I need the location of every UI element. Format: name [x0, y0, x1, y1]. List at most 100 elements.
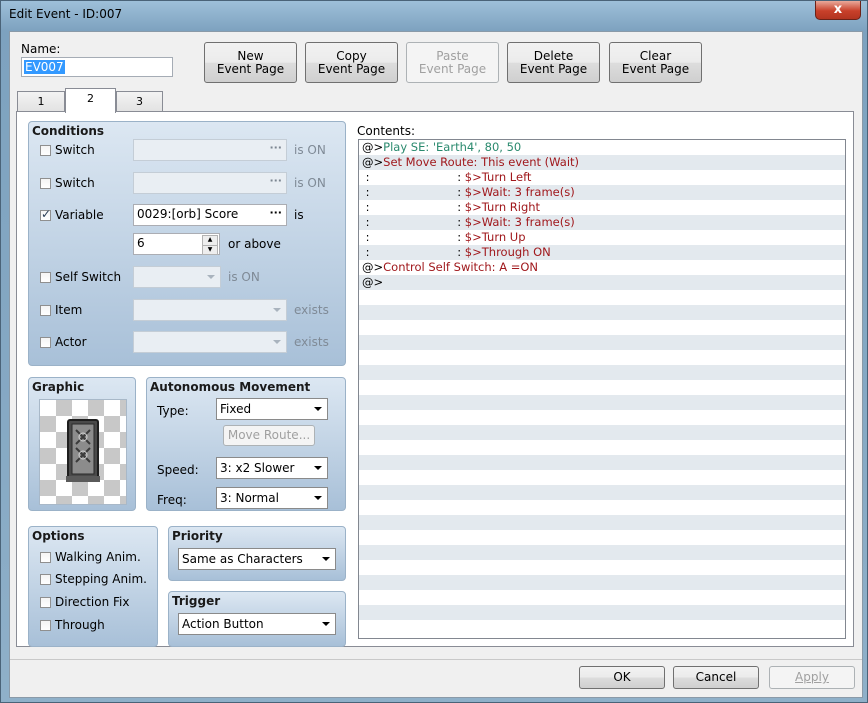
command-row[interactable] — [359, 575, 845, 590]
tab-page-1[interactable]: 1 — [17, 91, 65, 112]
command-row[interactable] — [359, 290, 845, 305]
walking-anim-checkbox[interactable] — [40, 552, 51, 563]
command-row[interactable]: @>Control Self Switch: A =ON — [359, 260, 845, 275]
command-row[interactable]: @> — [359, 275, 845, 290]
command-row[interactable] — [359, 530, 845, 545]
new-event-page-button[interactable]: New Event Page — [204, 42, 297, 83]
command-row[interactable] — [359, 620, 845, 635]
speed-label: Speed: — [157, 463, 199, 477]
command-row[interactable]: : : $>Through ON — [359, 245, 845, 260]
tab-page-3[interactable]: 3 — [116, 91, 163, 112]
actor-label: Actor — [55, 335, 87, 349]
switch1-field[interactable]: ··· — [133, 139, 287, 161]
chevron-down-icon — [273, 340, 281, 344]
copy-event-page-button[interactable]: Copy Event Page — [305, 42, 398, 83]
ok-button[interactable]: OK — [579, 666, 665, 689]
stone-door-sprite-icon — [66, 419, 100, 482]
command-prefix: @> — [362, 275, 384, 289]
new-event-page-label-2: Event Page — [216, 62, 285, 76]
movement-type-dropdown[interactable]: Fixed — [216, 398, 328, 420]
cancel-button[interactable]: Cancel — [673, 666, 759, 689]
switch1-checkbox[interactable] — [40, 145, 51, 156]
item-dropdown[interactable] — [133, 299, 287, 321]
apply-button[interactable]: Apply — [769, 666, 855, 689]
command-row[interactable]: @>Play SE: 'Earth4', 80, 50 — [359, 140, 845, 155]
command-row[interactable] — [359, 425, 845, 440]
command-prefix: @> — [362, 140, 384, 154]
command-row[interactable] — [359, 335, 845, 350]
command-row[interactable] — [359, 380, 845, 395]
move-route-button[interactable]: Move Route... — [223, 425, 315, 446]
command-row[interactable] — [359, 545, 845, 560]
self-switch-checkbox[interactable] — [40, 272, 51, 283]
item-checkbox[interactable] — [40, 305, 51, 316]
stepping-anim-label: Stepping Anim. — [55, 572, 147, 586]
command-row[interactable] — [359, 590, 845, 605]
stepping-anim-checkbox[interactable] — [40, 574, 51, 585]
command-row[interactable]: : : $>Turn Left — [359, 170, 845, 185]
command-row[interactable] — [359, 515, 845, 530]
variable-field[interactable]: 0029:[orb] Score ··· — [133, 204, 287, 226]
spin-down-icon[interactable]: ▼ — [202, 245, 218, 255]
command-row[interactable] — [359, 605, 845, 620]
copy-event-page-label-2: Event Page — [317, 62, 386, 76]
ellipsis-icon: ··· — [269, 174, 282, 187]
variable-suffix: is — [294, 208, 304, 222]
command-row[interactable]: : : $>Turn Right — [359, 200, 845, 215]
command-text: $>Through ON — [464, 245, 551, 259]
command-row[interactable] — [359, 320, 845, 335]
command-row[interactable]: @>Set Move Route: This event (Wait) — [359, 155, 845, 170]
variable-number-spinner[interactable]: 6 ▲ ▼ — [133, 233, 220, 255]
command-row[interactable] — [359, 440, 845, 455]
command-row[interactable] — [359, 455, 845, 470]
command-row[interactable] — [359, 365, 845, 380]
clear-event-page-button[interactable]: Clear Event Page — [609, 42, 702, 83]
actor-dropdown[interactable] — [133, 331, 287, 353]
delete-event-page-label-2: Event Page — [519, 62, 588, 76]
speed-dropdown[interactable]: 3: x2 Slower — [216, 457, 328, 479]
close-button[interactable]: x — [815, 1, 861, 20]
switch2-checkbox[interactable] — [40, 178, 51, 189]
through-checkbox[interactable] — [40, 620, 51, 631]
command-prefix: : : — [362, 245, 465, 259]
command-row[interactable] — [359, 350, 845, 365]
switch1-label: Switch — [55, 143, 95, 157]
delete-event-page-button[interactable]: Delete Event Page — [507, 42, 600, 83]
command-row[interactable] — [359, 305, 845, 320]
switch2-field[interactable]: ··· — [133, 172, 287, 194]
title-bar[interactable]: Edit Event - ID:007 x — [1, 1, 867, 29]
paste-event-page-button[interactable]: Paste Event Page — [406, 42, 499, 83]
command-row[interactable] — [359, 470, 845, 485]
actor-checkbox[interactable] — [40, 337, 51, 348]
priority-dropdown[interactable]: Same as Characters — [178, 548, 336, 570]
self-switch-label: Self Switch — [55, 270, 122, 284]
tab-page-2[interactable]: 2 — [65, 88, 116, 113]
command-row[interactable] — [359, 500, 845, 515]
trigger-dropdown[interactable]: Action Button — [178, 613, 336, 635]
command-prefix: @> — [362, 260, 384, 274]
freq-dropdown[interactable]: 3: Normal — [216, 487, 328, 509]
name-input[interactable]: EV007 — [21, 57, 173, 77]
event-graphic-preview[interactable] — [39, 399, 127, 505]
command-row[interactable] — [359, 485, 845, 500]
command-row[interactable]: : : $>Wait: 3 frame(s) — [359, 215, 845, 230]
priority-title: Priority — [172, 529, 223, 543]
command-prefix: : : — [362, 200, 465, 214]
self-switch-dropdown[interactable] — [133, 266, 221, 288]
direction-fix-checkbox[interactable] — [40, 597, 51, 608]
command-row[interactable] — [359, 410, 845, 425]
chevron-down-icon — [322, 622, 330, 626]
command-row[interactable] — [359, 395, 845, 410]
dialog-footer: OK Cancel Apply — [10, 659, 862, 697]
command-row[interactable] — [359, 560, 845, 575]
trigger-group: Trigger Action Button — [168, 591, 346, 647]
command-row[interactable]: : : $>Turn Up — [359, 230, 845, 245]
command-row[interactable]: : : $>Wait: 3 frame(s) — [359, 185, 845, 200]
conditions-title: Conditions — [32, 124, 105, 138]
speed-value: 3: x2 Slower — [220, 461, 295, 475]
window-title: Edit Event - ID:007 — [9, 7, 123, 21]
trigger-value: Action Button — [182, 617, 264, 631]
event-commands-list[interactable]: @>Play SE: 'Earth4', 80, 50 @>Set Move Ro… — [358, 139, 846, 639]
variable-checkbox[interactable] — [40, 207, 51, 221]
edit-event-window: Edit Event - ID:007 x Name: EV007 New Ev… — [0, 0, 868, 703]
